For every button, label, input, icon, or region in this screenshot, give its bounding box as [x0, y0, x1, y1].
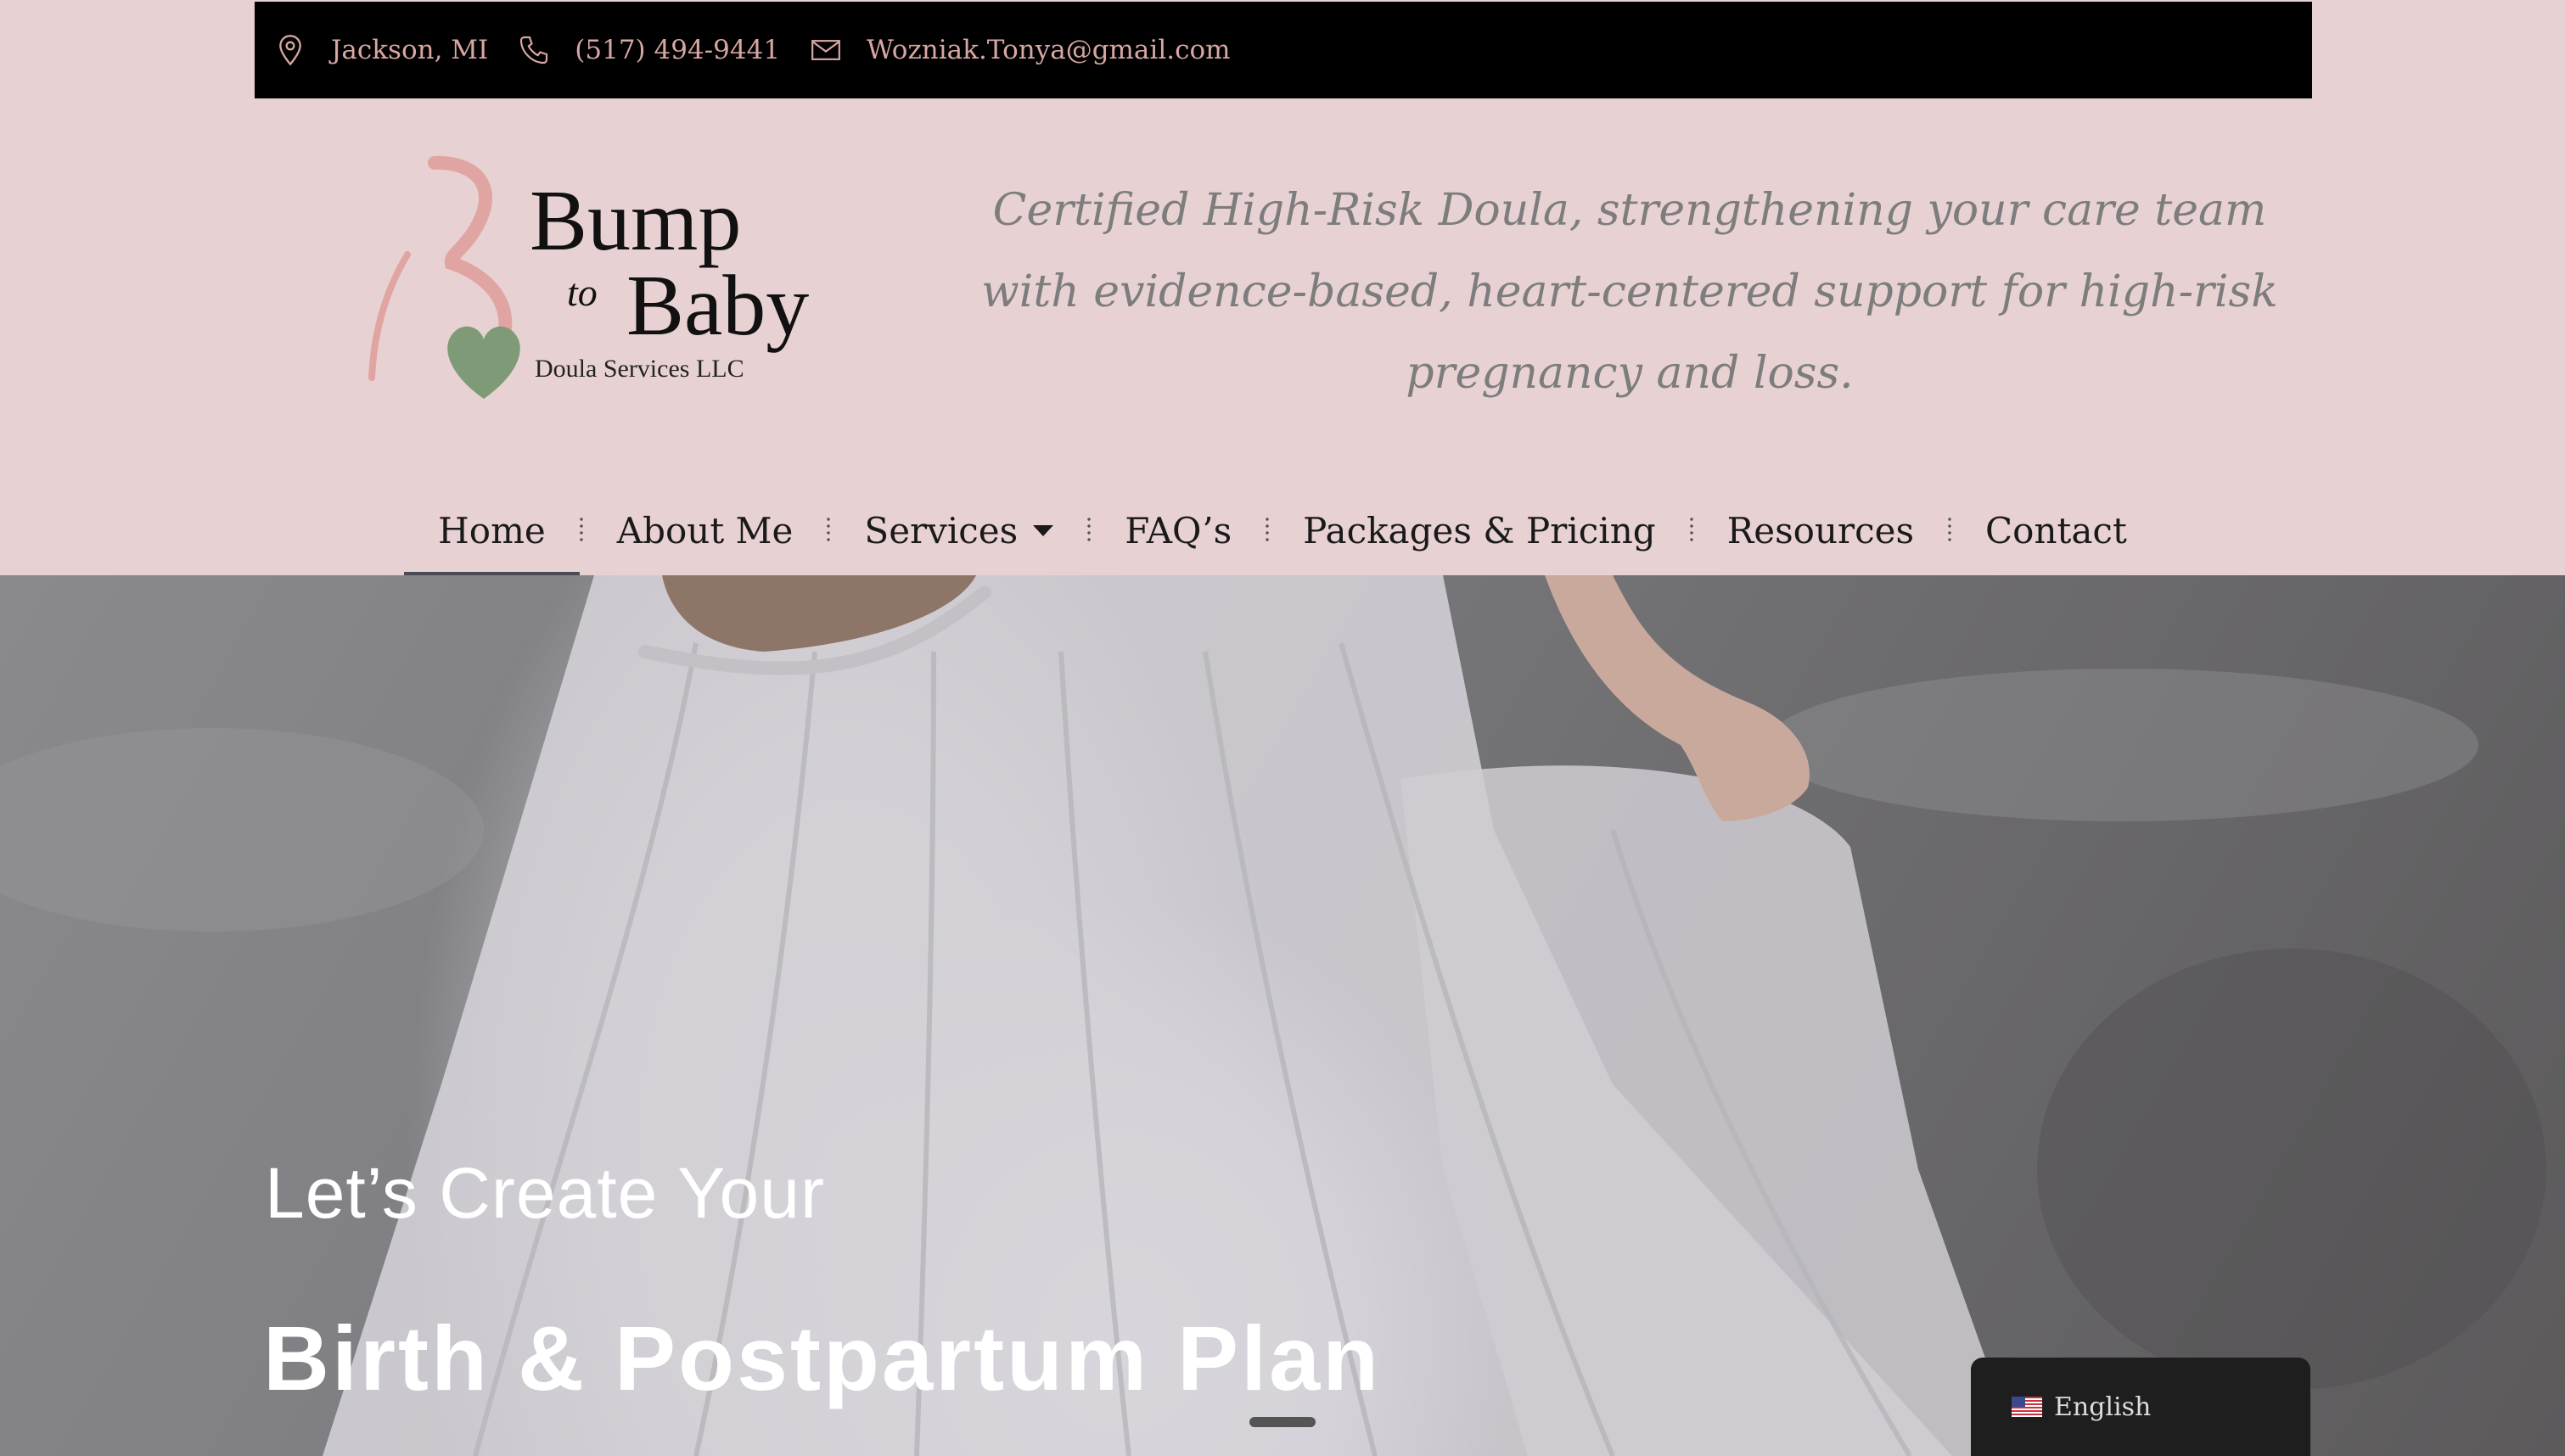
nav-faq-label: FAQ’s [1125, 509, 1232, 552]
phone-text: (517) 494-9441 [575, 35, 781, 65]
hero-banner: Let’s Create Your Birth & Postpartum Pla… [0, 575, 2565, 1456]
logo-word-bump: Bump [530, 173, 742, 269]
contact-bar: Jackson, MI (517) 494-9441 Wozniak.Tonya… [255, 2, 2312, 98]
main-nav: Home About Me Services FAQ’s Packages & … [0, 496, 2565, 576]
nav-about[interactable]: About Me [583, 496, 828, 564]
caret-down-icon [1033, 524, 1054, 536]
nav-packages-label: Packages & Pricing [1303, 509, 1656, 552]
nav-contact[interactable]: Contact [1951, 496, 2161, 564]
logo-subtitle: Doula Services LLC [535, 355, 744, 383]
nav-packages[interactable]: Packages & Pricing [1269, 496, 1689, 564]
mail-icon [811, 40, 840, 60]
phone-icon [520, 36, 548, 64]
logo-word-baby: Baby [626, 258, 810, 354]
language-label: English [2054, 1392, 2152, 1422]
nav-contact-label: Contact [1985, 509, 2127, 552]
site-logo[interactable]: Bump to Baby Doula Services LLC [356, 153, 849, 399]
logo-word-to: to [567, 271, 598, 314]
site-tagline: Certified High-Risk Doula, strengthening… [981, 185, 2278, 399]
nav-services-label: Services [864, 509, 1019, 552]
email-text: Wozniak.Tonya@gmail.com [867, 35, 1231, 65]
language-switcher[interactable]: English [1971, 1358, 2310, 1456]
location-text: Jackson, MI [331, 35, 489, 65]
nav-resources[interactable]: Resources [1693, 496, 1948, 564]
us-flag-icon [2012, 1397, 2042, 1417]
location-pin-icon [279, 35, 301, 66]
slider-indicator[interactable] [1249, 1417, 1316, 1427]
hero-subheading: Let’s Create Your [265, 1153, 825, 1233]
nav-services[interactable]: Services [830, 496, 1087, 564]
location-item[interactable]: Jackson, MI [273, 33, 488, 67]
nav-home-label: Home [438, 509, 546, 552]
phone-item[interactable]: (517) 494-9441 [517, 33, 780, 67]
hero-heading: Birth & Postpartum Plan [263, 1307, 1382, 1409]
nav-resources-label: Resources [1726, 509, 1915, 552]
nav-faq[interactable]: FAQ’s [1091, 496, 1266, 564]
nav-home[interactable]: Home [404, 496, 580, 576]
email-item[interactable]: Wozniak.Tonya@gmail.com [809, 33, 1231, 67]
nav-about-label: About Me [616, 509, 794, 552]
